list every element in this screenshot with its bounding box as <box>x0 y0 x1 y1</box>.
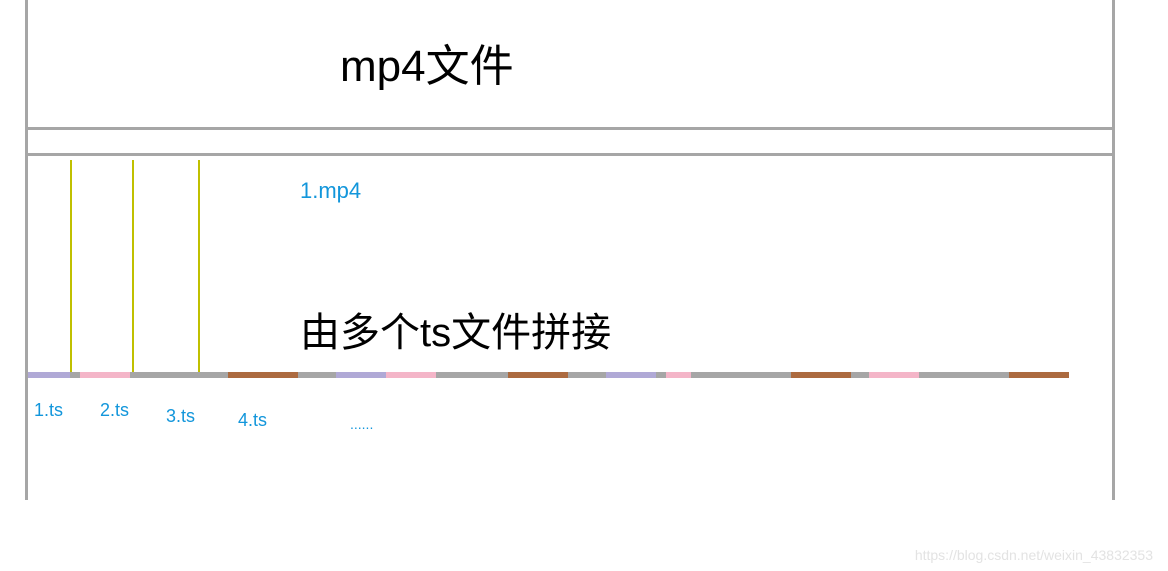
segment-divider-2 <box>132 160 134 372</box>
ts-label-1: 1.ts <box>34 400 63 421</box>
top-box-divider <box>25 0 1115 130</box>
segment-piece <box>656 372 666 378</box>
ts-label-3: 3.ts <box>166 406 195 427</box>
segment-divider-1 <box>70 160 72 372</box>
second-divider <box>25 153 1115 156</box>
segment-piece <box>130 372 192 378</box>
segment-divider-3 <box>198 160 200 372</box>
segment-piece <box>606 372 656 378</box>
segment-piece <box>791 372 851 378</box>
ts-label-ellipsis: ...... <box>350 416 373 432</box>
ts-label-4: 4.ts <box>238 410 267 431</box>
segment-piece <box>691 372 791 378</box>
segment-piece <box>436 372 508 378</box>
segment-piece <box>508 372 568 378</box>
segment-piece <box>336 372 386 378</box>
mp4-filename-label: 1.mp4 <box>300 178 361 204</box>
segment-piece <box>1009 372 1069 378</box>
segment-piece <box>70 372 80 378</box>
segment-piece <box>666 372 691 378</box>
segment-piece <box>28 372 70 378</box>
segment-piece <box>80 372 130 378</box>
watermark-text: https://blog.csdn.net/weixin_43832353 <box>915 547 1153 563</box>
segment-piece <box>192 372 228 378</box>
segment-piece <box>869 372 919 378</box>
ts-label-2: 2.ts <box>100 400 129 421</box>
segment-piece <box>386 372 436 378</box>
diagram-title: mp4文件 <box>340 30 514 94</box>
diagram-subtitle: 由多个ts文件拼接 <box>300 300 611 358</box>
ts-segments-bar <box>28 372 1113 378</box>
segment-piece <box>851 372 869 378</box>
segment-piece <box>919 372 1009 378</box>
segment-piece <box>228 372 298 378</box>
segment-piece <box>568 372 606 378</box>
segment-piece <box>298 372 336 378</box>
